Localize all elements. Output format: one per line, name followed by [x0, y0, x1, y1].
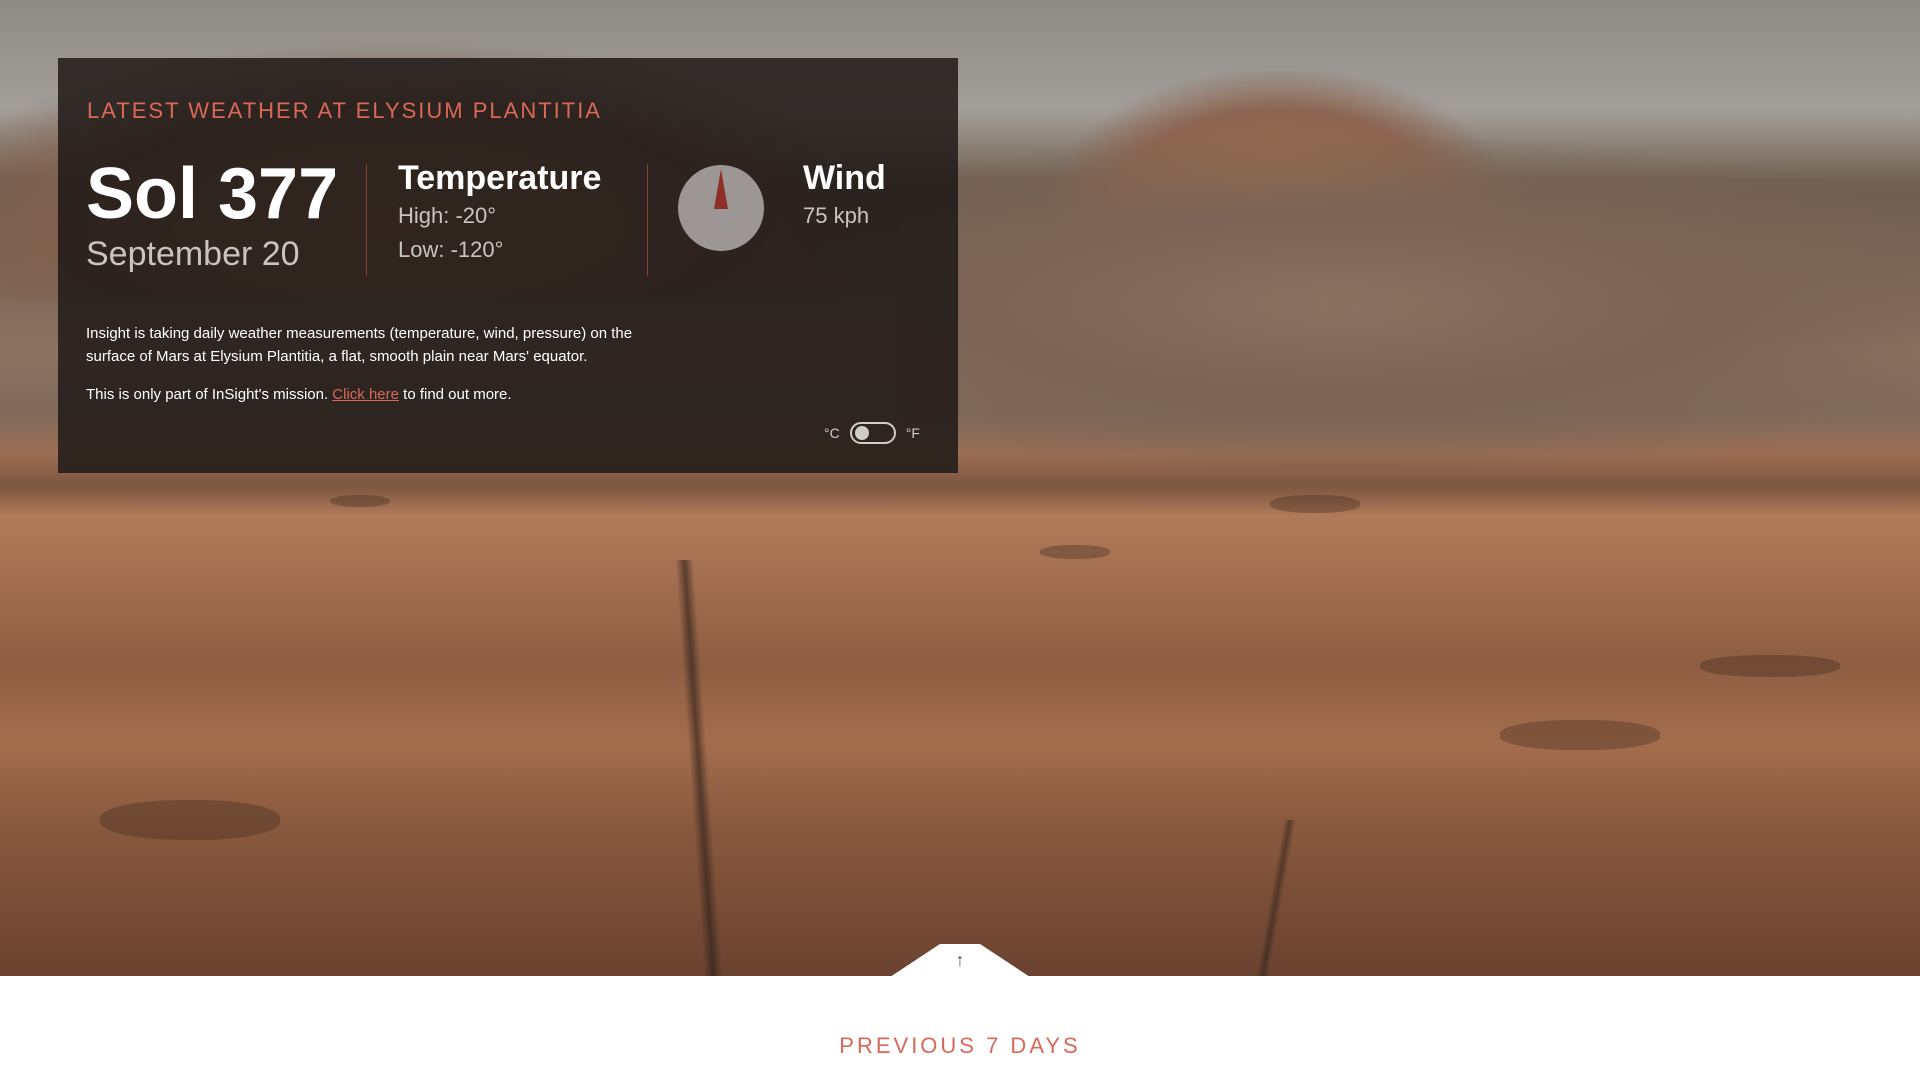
show-previous-days-tab[interactable]: ↑ [890, 944, 1030, 977]
wind-direction-arrow-icon [714, 169, 728, 209]
weather-card: LATEST WEATHER AT ELYSIUM PLANTITIA Sol … [58, 58, 958, 473]
temperature-high: High: -20° [398, 202, 497, 228]
sol-block: Sol 377 September 20 [86, 158, 346, 273]
rock [100, 800, 280, 840]
rock [1270, 495, 1360, 513]
dunes [900, 140, 1920, 470]
fahrenheit-label: °F [905, 425, 920, 441]
rock [330, 495, 390, 507]
celsius-label: °C [824, 425, 840, 441]
unit-toggle-switch[interactable] [849, 422, 896, 444]
info-paragraph-mission: This is only part of InSight's mission. … [86, 383, 656, 406]
info-paragraph: Insight is taking daily weather measurem… [86, 325, 633, 365]
sol-date: September 20 [86, 235, 300, 273]
wind-heading: Wind [803, 159, 886, 197]
toggle-knob [854, 426, 869, 440]
rock-crack [675, 560, 723, 976]
wind-block: Wind 75 kph [803, 158, 886, 233]
card-title: LATEST WEATHER AT ELYSIUM PLANTITIA [87, 98, 602, 123]
rock [1040, 545, 1110, 559]
rock [1700, 655, 1840, 677]
rock-crack [1255, 820, 1297, 976]
rock [1500, 720, 1660, 750]
divider [647, 164, 648, 276]
info-text: This is only part of InSight's mission. [86, 386, 329, 403]
sol-number: Sol 377 [86, 154, 339, 234]
previous-days-title: PREVIOUS 7 DAYS [839, 1033, 1081, 1058]
temperature-low: Low: -120° [398, 236, 504, 262]
mission-info: Insight is taking daily weather measurem… [86, 322, 656, 421]
unit-toggle: °C °F [824, 422, 920, 444]
wind-speed: 75 kph [803, 202, 870, 228]
click-here-link[interactable]: Click here [332, 386, 399, 403]
temperature-block: Temperature High: -20° Low: -120° [398, 158, 601, 267]
info-text: to find out more. [403, 386, 512, 403]
divider [366, 164, 367, 276]
arrow-up-icon: ↑ [955, 950, 965, 970]
temperature-heading: Temperature [398, 159, 602, 197]
compass-icon [678, 165, 764, 251]
